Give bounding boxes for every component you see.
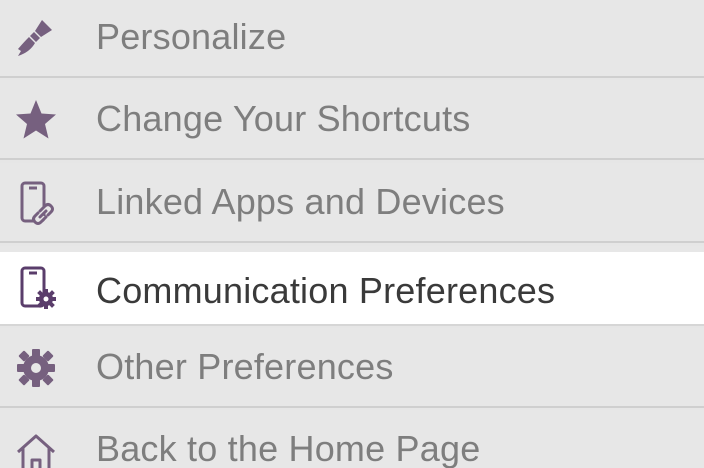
menu-item-personalize[interactable]: Personalize [0, 0, 704, 78]
menu-item-communication-preferences[interactable]: Communication Preferences [0, 246, 704, 326]
menu-item-change-shortcuts[interactable]: Change Your Shortcuts [0, 80, 704, 160]
preferences-menu: Personalize Change Your Shortcuts Linked… [0, 0, 704, 468]
paintbrush-icon [18, 20, 52, 56]
phone-link-icon [20, 181, 54, 225]
menu-item-linked-apps[interactable]: Linked Apps and Devices [0, 163, 704, 243]
menu-item-other-preferences[interactable]: Other Preferences [0, 328, 704, 408]
menu-item-label: Back to the Home Page [96, 428, 481, 468]
menu-item-label: Other Preferences [96, 346, 394, 387]
menu-item-label: Linked Apps and Devices [96, 181, 505, 222]
menu-item-label: Communication Preferences [96, 270, 556, 311]
home-icon [17, 434, 55, 468]
menu-item-label: Personalize [96, 16, 287, 57]
star-icon [16, 100, 56, 139]
menu-item-label: Change Your Shortcuts [96, 98, 471, 139]
phone-gear-icon [20, 266, 56, 309]
gear-icon [17, 349, 55, 387]
menu-item-home-page[interactable]: Back to the Home Page [0, 410, 704, 468]
